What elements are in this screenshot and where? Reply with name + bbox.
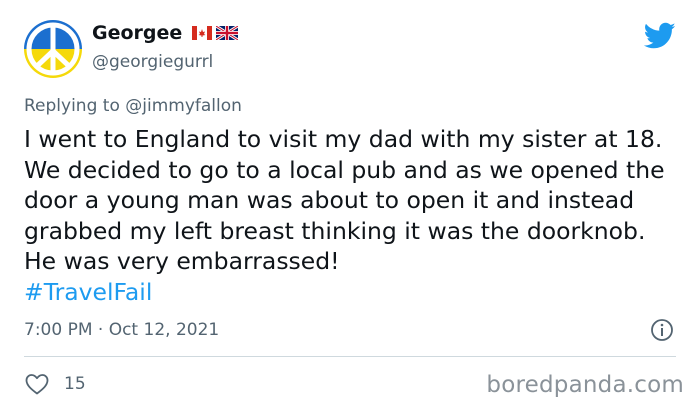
- twitter-bird-icon[interactable]: [644, 22, 676, 50]
- uk-flag-icon: [216, 26, 239, 40]
- reply-prefix: Replying to: [24, 96, 120, 116]
- divider: [24, 356, 676, 357]
- reply-context: Replying to @jimmyfallon: [24, 96, 242, 116]
- reply-mention-link[interactable]: @jimmyfallon: [125, 96, 242, 116]
- display-name-row[interactable]: Georgee: [92, 22, 239, 44]
- flag-group: [192, 26, 239, 40]
- like-action[interactable]: 15: [24, 372, 86, 396]
- user-handle[interactable]: @georgiegurrl: [92, 52, 213, 72]
- tweet-card: Georgee @georgiegurrl Replying to @jimmy…: [0, 0, 700, 410]
- tweet-body: I went to England to visit my dad with m…: [24, 125, 665, 275]
- info-icon[interactable]: [650, 318, 674, 342]
- tweet-timestamp[interactable]: 7:00 PM · Oct 12, 2021: [24, 320, 219, 340]
- heart-icon[interactable]: [24, 372, 50, 396]
- like-count: 15: [64, 374, 86, 394]
- hashtag-link[interactable]: #TravelFail: [24, 277, 684, 308]
- display-name[interactable]: Georgee: [92, 22, 182, 44]
- canada-flag-icon: [192, 26, 213, 40]
- avatar[interactable]: [24, 20, 82, 78]
- tweet-text: I went to England to visit my dad with m…: [24, 124, 684, 307]
- watermark: boredpanda.com: [486, 372, 684, 398]
